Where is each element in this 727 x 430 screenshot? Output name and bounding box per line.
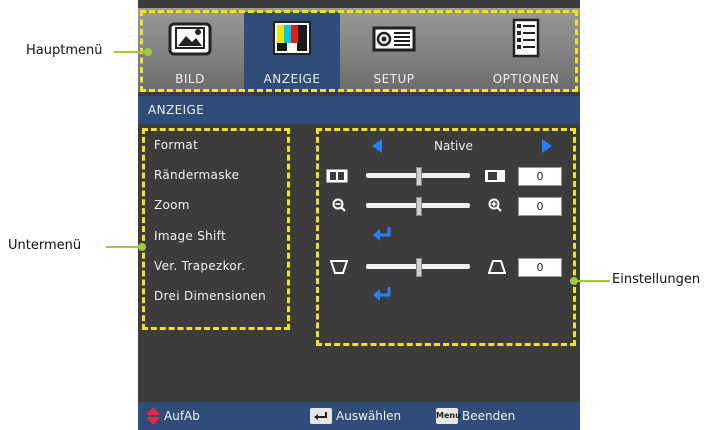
callout-settings: Einstellungen: [612, 272, 701, 287]
image-shift-enter-icon[interactable]: [372, 225, 394, 243]
keystone-value: 0: [518, 258, 562, 277]
settings-highlight: [316, 128, 576, 346]
menu-item-image-shift[interactable]: Image Shift: [154, 229, 226, 243]
callout-settings-dot: [570, 277, 578, 285]
callout-main-menu: Hauptmenü: [26, 43, 103, 58]
arrow-left-icon[interactable]: [372, 139, 382, 153]
keystone-slider-thumb[interactable]: [416, 258, 422, 277]
keystone-decrease-icon[interactable]: [330, 260, 348, 274]
up-down-icon: [146, 407, 160, 425]
menu-item-zoom[interactable]: Zoom: [154, 198, 190, 212]
footer-exit: Beenden: [462, 409, 516, 423]
footer-select: Auswählen: [336, 409, 402, 423]
edge-mask-increase-icon[interactable]: [484, 169, 506, 183]
callout-sub-menu: Untermenü: [8, 238, 82, 253]
footer-updown: AufAb: [164, 409, 200, 423]
edge-mask-setting[interactable]: 0: [320, 165, 572, 187]
edge-mask-value: 0: [518, 167, 562, 186]
menu-item-3d[interactable]: Drei Dimensionen: [154, 289, 266, 303]
keystone-increase-icon[interactable]: [488, 260, 506, 274]
callout-sub-menu-line: [106, 246, 142, 248]
zoom-slider-thumb[interactable]: [416, 197, 422, 216]
footer-bar: AufAb Auswählen Menu Beenden: [138, 402, 580, 430]
callout-sub-menu-dot: [138, 243, 146, 251]
zoom-in-icon[interactable]: [488, 198, 502, 212]
menu-item-edge-mask[interactable]: Rändermaske: [154, 168, 239, 182]
arrow-right-icon[interactable]: [542, 139, 552, 153]
menu-key-icon: Menu: [436, 408, 461, 424]
edge-mask-decrease-icon[interactable]: [326, 169, 348, 183]
zoom-value: 0: [518, 197, 562, 216]
callout-main-menu-line: [114, 51, 148, 53]
page-title: ANZEIGE: [148, 103, 205, 117]
zoom-out-icon[interactable]: [332, 198, 346, 212]
three-d-enter-icon[interactable]: [372, 285, 394, 303]
main-menu-highlight: [140, 10, 578, 92]
edge-mask-slider-thumb[interactable]: [416, 167, 422, 186]
keystone-setting[interactable]: 0: [320, 256, 572, 278]
zoom-setting[interactable]: 0: [320, 195, 572, 217]
menu-item-format[interactable]: Format: [154, 138, 198, 152]
enter-key-icon: [310, 408, 332, 424]
callout-main-menu-dot: [144, 48, 152, 56]
format-setting[interactable]: Native: [320, 136, 572, 158]
submenu-header: ANZEIGE: [138, 96, 580, 124]
format-value: Native: [434, 139, 473, 153]
callout-settings-line: [576, 280, 610, 282]
menu-item-keystone[interactable]: Ver. Trapezkor.: [154, 259, 245, 273]
